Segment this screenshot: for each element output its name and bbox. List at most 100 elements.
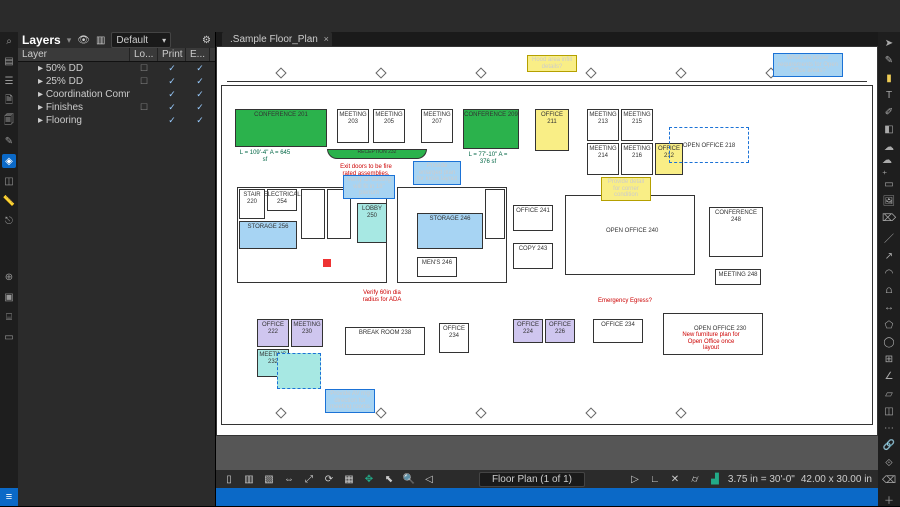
properties-icon[interactable]: ⌸ [2,310,16,324]
layers-icon[interactable]: ◈ [2,154,16,168]
spaces-icon[interactable]: ◫ [2,174,16,188]
prev-page-icon[interactable]: ◁ [422,472,436,486]
layer-row[interactable]: ▸ Finishes☐✓✓ [18,101,215,114]
fit-width-icon[interactable]: ⇔ [282,472,296,486]
stamp-icon[interactable]: ⌦ [882,213,896,224]
room-conf248[interactable]: CONFERENCE 248 [709,207,763,257]
two-page-icon[interactable]: ▧ [262,472,276,486]
rotate-icon[interactable]: ⟳ [322,472,336,486]
close-x-icon[interactable]: ✕ [668,472,682,486]
area-icon[interactable]: ▱ [882,389,896,400]
layer-row[interactable]: ▸ Flooring✓✓ [18,114,215,127]
polyline-icon[interactable]: ⩍ [882,285,896,296]
polygon-icon[interactable]: ⬠ [882,320,896,331]
rect-icon[interactable]: ▭ [882,179,896,190]
room-off234[interactable]: OFFICE 234 [439,323,469,353]
dim-icon[interactable]: ↔ [882,302,896,313]
bucket-icon[interactable]: ⟐ [882,458,896,469]
unknown-1-icon[interactable]: ∟ [648,472,662,486]
room-off211[interactable]: OFFICE 211 [535,109,569,151]
plus-icon[interactable]: ＋ [882,492,896,506]
layer-config-dropdown[interactable]: Default▾ [111,32,171,48]
measure-icon[interactable]: 📏 [2,194,16,208]
line-icon[interactable]: ／ [882,231,896,245]
room-off234b[interactable]: OFFICE 234 [593,319,643,343]
eye-icon[interactable]: 👁 [77,35,90,46]
drawing-canvas[interactable]: CONFERENCE 201 MEETING 203 MEETING 205 M… [216,46,878,506]
callout[interactable]: Emergency Egress? [595,297,655,306]
session-icon[interactable]: ≡ [0,488,18,506]
room-storage256[interactable]: STORAGE 256 [239,221,297,249]
volume-icon[interactable]: ◫ [882,406,896,417]
callout[interactable]: Provide detail for corner condition [601,177,651,201]
file-icon[interactable]: 🗎 [2,94,16,108]
room-elec254[interactable]: ELECTRICAL 254 [267,189,297,211]
caliper-icon[interactable]: ⌭ [688,472,702,486]
fit-page-icon[interactable]: ⤢ [302,472,316,486]
close-icon[interactable]: × [324,34,329,44]
callout[interactable]: Provide AV rng direction for meeting roo… [325,389,375,413]
room-men246[interactable]: MEN'S 246 [417,257,457,277]
col-print[interactable]: Print [158,48,186,61]
cursor-icon[interactable]: ➤ [882,38,896,49]
cloudplus-icon[interactable]: ☁₊ [882,159,896,173]
room-off224[interactable]: OFFICE 224 [513,319,543,343]
room-mtg230[interactable]: MEETING 230 [291,319,323,347]
select-icon[interactable]: ⬉ [382,472,396,486]
scale-icon[interactable]: ▟ [708,472,722,486]
room-mtg230b[interactable] [277,353,321,389]
next-page-icon[interactable]: ▷ [628,472,642,486]
room-mtg216[interactable]: MEETING 216 [621,143,653,175]
zoom-icon[interactable]: 🔍 [402,472,416,486]
callout[interactable]: Hood area infill details? [527,55,577,72]
col-layer[interactable]: Layer [18,48,130,61]
room-mtg214[interactable]: MEETING 214 [587,143,619,175]
room-off222[interactable]: OFFICE 222 [257,319,289,347]
pen-icon[interactable]: ✎ [882,55,896,66]
document-tab[interactable]: .Sample Floor_Plan × [222,32,332,46]
pan-icon[interactable]: ✥ [362,472,376,486]
forms-icon[interactable]: ▭ [2,330,16,344]
room-oo240[interactable]: OPEN OFFICE 240 [565,195,695,275]
layer-row[interactable]: ▸ 50% DD☐✓✓ [18,62,215,75]
single-page-icon[interactable]: ▯ [222,472,236,486]
layer-row[interactable]: ▸ 25% DD☐✓✓ [18,75,215,88]
col-lock[interactable]: Lo... [130,48,158,61]
room-off241[interactable]: OFFICE 241 [513,205,553,231]
arc-icon[interactable]: ◠ [882,268,896,279]
link-icon[interactable]: 🔗 [882,440,896,451]
angle-icon[interactable]: ∠ [882,371,896,382]
doc-icon[interactable]: 🗐 [2,114,16,128]
signatures-icon[interactable]: ✎ [2,134,16,148]
room-mtg215[interactable]: MEETING 215 [621,109,653,141]
room-lobby250[interactable]: LOBBY 250 [357,203,387,243]
search-icon[interactable]: ⌕ [2,34,16,48]
note-icon[interactable]: ✐ [882,107,896,118]
layer-config-icon[interactable]: ▥ [96,35,105,46]
eraser-icon[interactable]: ⌫ [882,475,896,486]
image-icon[interactable]: 🖼 [882,196,896,207]
callout[interactable]: New furniture plan for Open Office once … [679,331,743,353]
continuous-icon[interactable]: ▥ [242,472,256,486]
scale-readout[interactable]: 3.75 in = 30'-0" [728,474,795,485]
room-reception[interactable]: RECEPTION 232 [327,149,427,159]
room-mtg213[interactable]: MEETING 213 [587,109,619,141]
room-mtg248[interactable]: MEETING 248 [715,269,761,285]
room-storage246[interactable]: STORAGE 246 [417,213,483,249]
sets-icon[interactable]: ▣ [2,290,16,304]
arrow-icon[interactable]: ↗ [882,251,896,262]
col-export[interactable]: E... [186,48,210,61]
settings-icon[interactable]: ⚙ [202,35,211,46]
page-label[interactable]: Floor Plan (1 of 1) [479,472,585,487]
studio-icon[interactable]: ⊕ [2,270,16,284]
room-mtg205[interactable]: MEETING 205 [373,109,405,143]
highlight-icon[interactable]: ▮ [882,73,896,84]
callout-icon[interactable]: ◧ [882,124,896,135]
room-conf201[interactable]: CONFERENCE 201 [235,109,327,147]
layer-row[interactable]: ▸ Coordination Comments✓✓ [18,88,215,101]
callout[interactable]: Verify all ducting will fit in 18" plenu… [343,175,395,199]
callout[interactable]: Provide enlarged plan for kiosk layout [413,161,461,185]
room-oo218[interactable]: OPEN OFFICE 218 [669,127,749,163]
room-mtg203[interactable]: MEETING 203 [337,109,369,143]
text-icon[interactable]: T [882,90,896,101]
